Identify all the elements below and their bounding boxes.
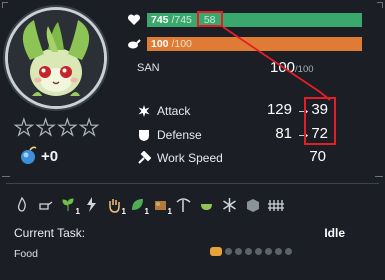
work-slot: 1 — [106, 196, 126, 216]
work-speed-icon — [138, 151, 151, 164]
work-level: 1 — [144, 207, 149, 216]
work-slot — [221, 196, 238, 214]
food-icon — [255, 248, 262, 255]
work-slot — [175, 196, 192, 214]
work-slot: 1 — [129, 196, 149, 216]
attack-value: 129 — [266, 101, 292, 118]
hand-icon — [109, 199, 120, 213]
food-icon — [235, 248, 242, 255]
work-level: 1 — [121, 207, 126, 216]
work-slot — [244, 196, 261, 214]
work-slot — [14, 196, 31, 214]
food-icon — [285, 248, 292, 255]
work-speed-value: 70 — [309, 148, 326, 165]
work-level: 1 — [167, 207, 172, 216]
work-speed-label: Work Speed — [157, 151, 223, 165]
work-slot: 1 — [152, 196, 172, 216]
work-level: 1 — [75, 207, 80, 216]
lightning-icon — [87, 197, 96, 212]
leaf-icon — [132, 199, 143, 210]
defense-label: Defense — [157, 128, 202, 142]
defense-row: Defense — [137, 128, 202, 142]
work-slot — [267, 196, 284, 214]
work-slot — [37, 196, 54, 214]
defense-value: 81 — [275, 125, 292, 142]
work-slot — [198, 196, 215, 214]
shield-icon — [139, 130, 149, 141]
food-icon — [265, 248, 272, 255]
pickaxe-icon — [176, 198, 191, 212]
food-icon — [245, 248, 252, 255]
section-divider — [6, 183, 379, 184]
food-meter — [210, 247, 292, 256]
work-speed-row: Work Speed — [137, 151, 223, 165]
transport-icon — [247, 199, 259, 212]
snowflake-icon — [223, 198, 236, 212]
lumber-icon — [155, 201, 166, 210]
food-icon — [225, 248, 232, 255]
current-task-label: Current Task: — [14, 226, 86, 240]
food-label: Food — [14, 248, 38, 260]
farm-icon — [268, 200, 284, 211]
food-icon — [210, 247, 222, 256]
food-icon — [275, 248, 282, 255]
sprout-icon — [62, 198, 74, 211]
attack-icon — [138, 105, 150, 117]
current-task-value: Idle — [324, 226, 345, 240]
work-slot — [83, 196, 100, 214]
attack-label: Attack — [157, 104, 191, 118]
work-suitability-list: 1 1 1 1 — [14, 196, 284, 216]
medicine-icon — [201, 204, 212, 210]
work-slot: 1 — [60, 196, 80, 216]
flame-icon — [17, 196, 26, 212]
stat-change-highlight — [304, 97, 336, 145]
watering-icon — [39, 201, 53, 210]
attack-row: Attack — [137, 104, 190, 118]
